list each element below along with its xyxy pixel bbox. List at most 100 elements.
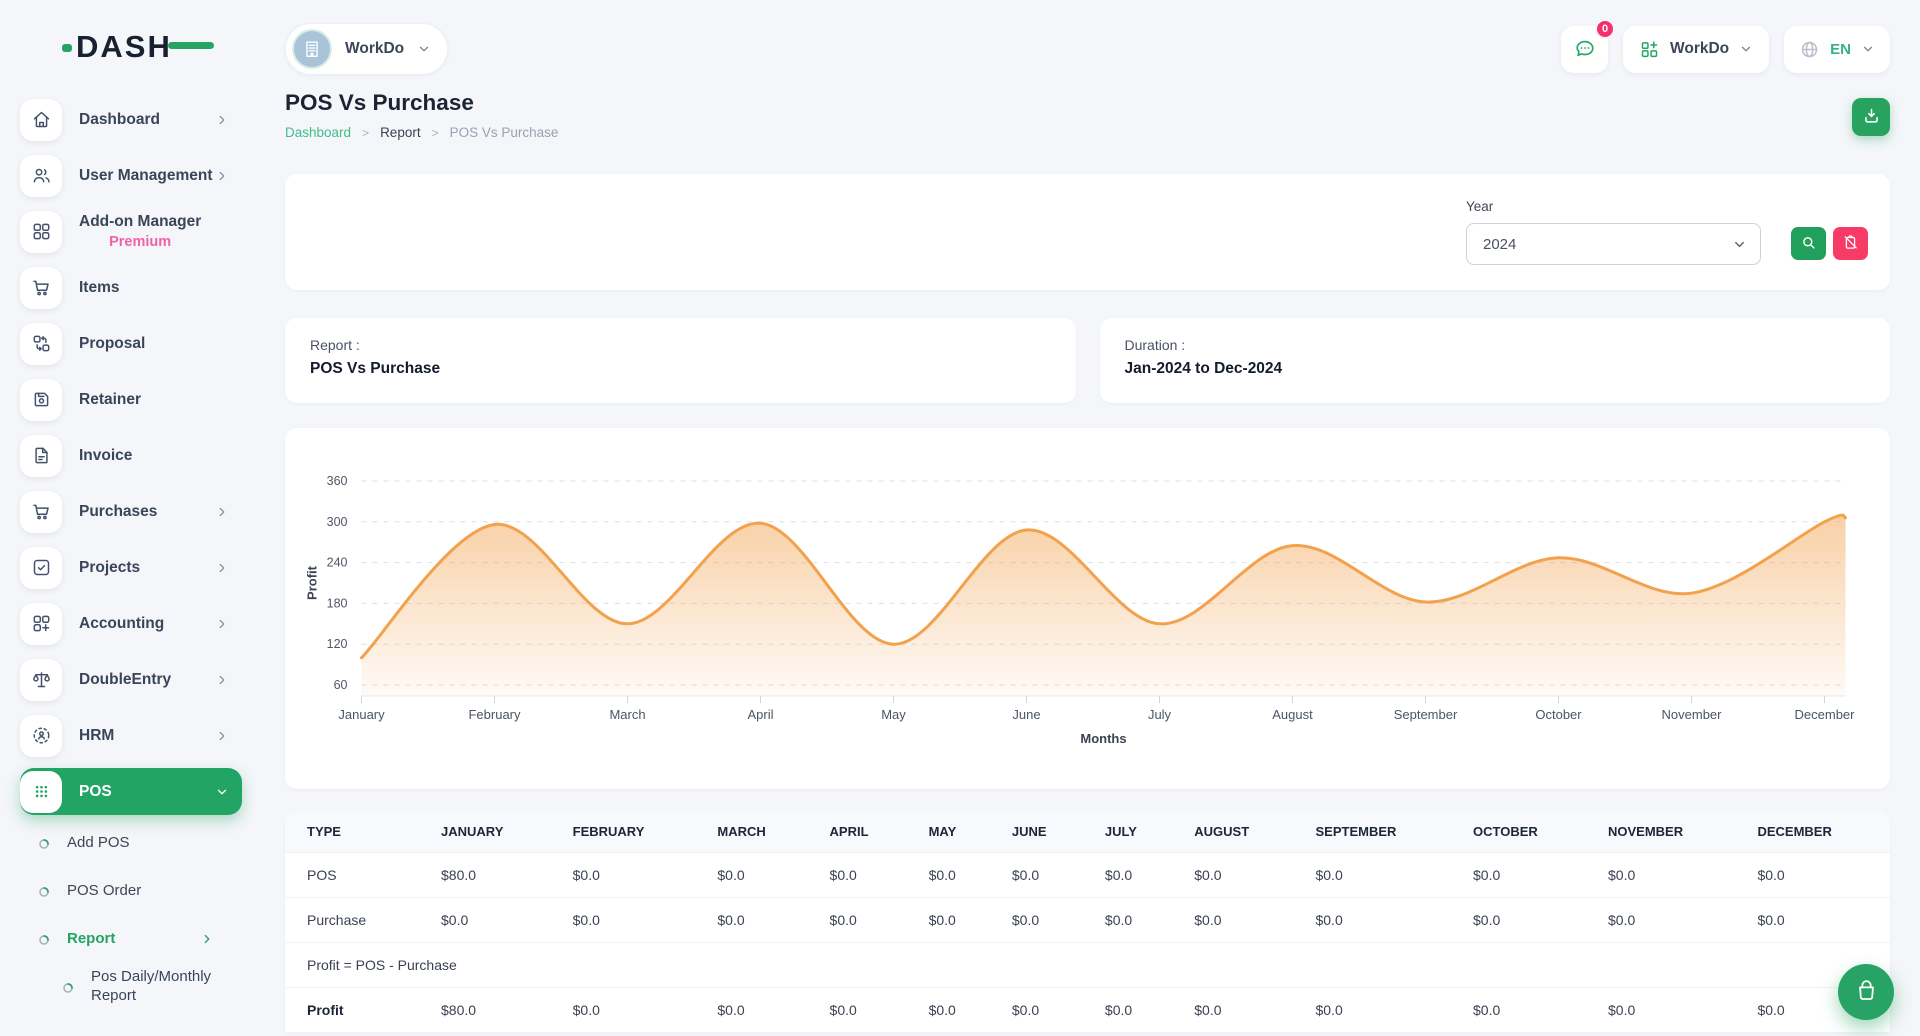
language-label: EN (1830, 41, 1851, 58)
breadcrumb-report[interactable]: Report (380, 125, 421, 140)
breadcrumb: Dashboard > Report > POS Vs Purchase (285, 125, 558, 140)
chevron-right-icon (215, 169, 229, 183)
cell-value: $0.0 (1741, 898, 1890, 943)
dash-logo[interactable]: DASH (66, 28, 206, 66)
cell-value: $0.0 (1089, 853, 1178, 898)
reset-filter-button[interactable] (1833, 227, 1868, 260)
table-note-row: Profit = POS - Purchase (285, 943, 1890, 988)
year-label: Year (1466, 199, 1761, 214)
building-icon (292, 29, 332, 69)
cell-value: $0.0 (1457, 853, 1592, 898)
title-row: POS Vs Purchase Dashboard > Report > POS… (285, 90, 1890, 140)
svg-text:December: December (1795, 707, 1856, 722)
download-icon (1862, 106, 1881, 128)
topbar-actions: 0 WorkDo EN (1561, 26, 1890, 73)
projects-icon (20, 547, 62, 589)
retainer-icon (20, 379, 62, 421)
sidebar-item-accounting[interactable]: Accounting (20, 600, 242, 647)
reset-filter-icon (1842, 234, 1859, 254)
sidebar-subitem-pos-order[interactable]: POS Order (38, 872, 242, 910)
hrm-icon (20, 715, 62, 757)
chevron-down-icon (417, 42, 431, 56)
language-selector[interactable]: EN (1784, 26, 1890, 73)
svg-text:July: July (1148, 707, 1172, 722)
breadcrumb-separator: > (432, 126, 439, 140)
sidebar-item-pos[interactable]: POS (20, 768, 242, 815)
cell-value: $0.0 (1592, 898, 1741, 943)
sidebar-item-label: Invoice (79, 446, 132, 465)
cell-value: $0.0 (701, 898, 813, 943)
cell-value: $0.0 (1178, 853, 1299, 898)
messages-badge: 0 (1595, 19, 1615, 39)
logo-dot-icon (62, 44, 72, 52)
report-label: Report : (310, 337, 1051, 353)
company-name: WorkDo (345, 40, 404, 58)
sidebar-subitem-report[interactable]: Report (38, 920, 242, 958)
table-row-profit: Profit$80.0$0.0$0.0$0.0$0.0$0.0$0.0$0.0$… (285, 988, 1890, 1033)
breadcrumb-separator: > (362, 126, 369, 140)
svg-text:June: June (1012, 707, 1040, 722)
sidebar-item-items[interactable]: Items (20, 264, 242, 311)
svg-text:300: 300 (327, 515, 348, 529)
sidebar-item-purchases[interactable]: Purchases (20, 488, 242, 535)
sidebar-item-label: Accounting (79, 614, 164, 633)
home-icon (20, 99, 62, 141)
sidebar-item-dashboard[interactable]: Dashboard (20, 96, 242, 143)
cell-value: $0.0 (701, 988, 813, 1033)
sidebar-item-proposal[interactable]: Proposal (20, 320, 242, 367)
sidebar-item-retainer[interactable]: Retainer (20, 376, 242, 423)
search-icon (1800, 234, 1817, 254)
cell-value: $0.0 (557, 898, 702, 943)
search-button[interactable] (1791, 227, 1826, 260)
breadcrumb-dashboard[interactable]: Dashboard (285, 125, 351, 140)
column-header-october: OCTOBER (1457, 811, 1592, 853)
cell-value: $0.0 (1178, 898, 1299, 943)
sidebar-item-projects[interactable]: Projects (20, 544, 242, 591)
cell-value: $0.0 (1457, 988, 1592, 1033)
cell-value: $0.0 (913, 853, 996, 898)
profit-area-chart: 36030024018012060JanuaryFebruaryMarchApr… (297, 430, 1878, 784)
cell-value: $0.0 (814, 853, 913, 898)
sidebar-item-invoice[interactable]: Invoice (20, 432, 242, 479)
chevron-right-icon (215, 729, 229, 743)
cell-value: $80.0 (425, 988, 557, 1033)
sidebar-item-label: HRM (79, 726, 114, 745)
chevron-right-icon (200, 932, 214, 946)
sidebar-subitem-pos-daily-monthly-report[interactable]: Pos Daily/Monthly Report (62, 968, 242, 1006)
table-row-purchase: Purchase$0.0$0.0$0.0$0.0$0.0$0.0$0.0$0.0… (285, 898, 1890, 943)
cell-value: $0.0 (1741, 853, 1890, 898)
profit-chart-card: 36030024018012060JanuaryFebruaryMarchApr… (285, 428, 1890, 789)
chat-icon (1573, 37, 1597, 61)
sidebar-item-label: Proposal (79, 334, 145, 353)
sidebar-subitem-add-pos[interactable]: Add POS (38, 824, 242, 862)
cell-value: $0.0 (557, 853, 702, 898)
shopping-bag-icon (1854, 978, 1879, 1006)
report-value: POS Vs Purchase (310, 360, 1051, 378)
download-button[interactable] (1852, 98, 1890, 136)
sidebar-item-label: Purchases (79, 502, 157, 521)
logo-dash-icon (168, 42, 214, 49)
cell-value: $0.0 (1299, 898, 1457, 943)
sidebar-item-add-on-manager[interactable]: Add-on ManagerPremium (20, 208, 242, 255)
sidebar-item-hrm[interactable]: HRM (20, 712, 242, 759)
topbar: WorkDo 0 WorkDo EN (285, 24, 1890, 74)
chevron-right-icon (215, 505, 229, 519)
company-selector[interactable]: WorkDo (285, 23, 448, 75)
cell-value: $0.0 (1089, 898, 1178, 943)
globe-icon (1799, 39, 1820, 60)
pos-cart-fab[interactable] (1838, 964, 1894, 1020)
svg-text:February: February (468, 707, 521, 722)
column-header-september: SEPTEMBER (1299, 811, 1457, 853)
year-select[interactable]: 2024 (1466, 223, 1761, 265)
messages-button[interactable]: 0 (1561, 26, 1608, 73)
sidebar-subitem-label: Pos Daily/Monthly Report (91, 968, 242, 1006)
workdo-apps-button[interactable]: WorkDo (1623, 26, 1769, 73)
chevron-right-icon (215, 561, 229, 575)
sidebar-item-label: Dashboard (79, 110, 160, 129)
bullet-circle-icon (38, 933, 50, 945)
duration-value: Jan-2024 to Dec-2024 (1125, 360, 1866, 378)
cart-icon (20, 491, 62, 533)
sidebar-item-doubleentry[interactable]: DoubleEntry (20, 656, 242, 703)
filter-card: Year 2024 (285, 174, 1890, 290)
sidebar-item-user-management[interactable]: User Management (20, 152, 242, 199)
